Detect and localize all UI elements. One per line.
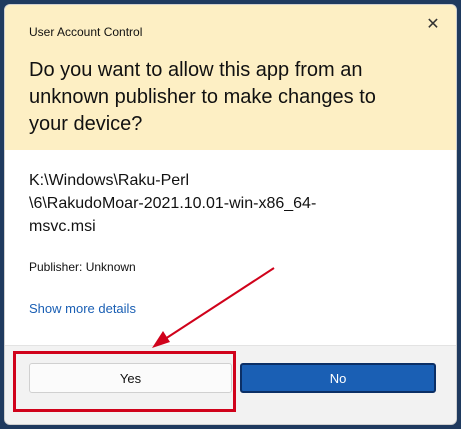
- no-button[interactable]: No: [240, 363, 436, 393]
- annotation-highlight-box: [13, 351, 236, 412]
- window-title: User Account Control: [29, 25, 143, 39]
- file-path-line-3: msvc.msi: [29, 218, 96, 235]
- close-icon[interactable]: ✕: [420, 11, 446, 37]
- show-more-details-link[interactable]: Show more details: [29, 301, 136, 316]
- prompt-question: Do you want to allow this app from an un…: [29, 59, 376, 135]
- file-path-line-1: K:\Windows\Raku-Perl: [29, 172, 190, 189]
- publisher-label: Publisher: Unknown: [29, 260, 136, 274]
- dialog-header: User Account Control ✕ Do you want to al…: [5, 5, 456, 150]
- file-path: K:\Windows\Raku-Perl \6\RakudoMoar-2021.…: [29, 169, 389, 238]
- file-path-line-2: \6\RakudoMoar-2021.10.01-win-x86_64-: [29, 195, 317, 212]
